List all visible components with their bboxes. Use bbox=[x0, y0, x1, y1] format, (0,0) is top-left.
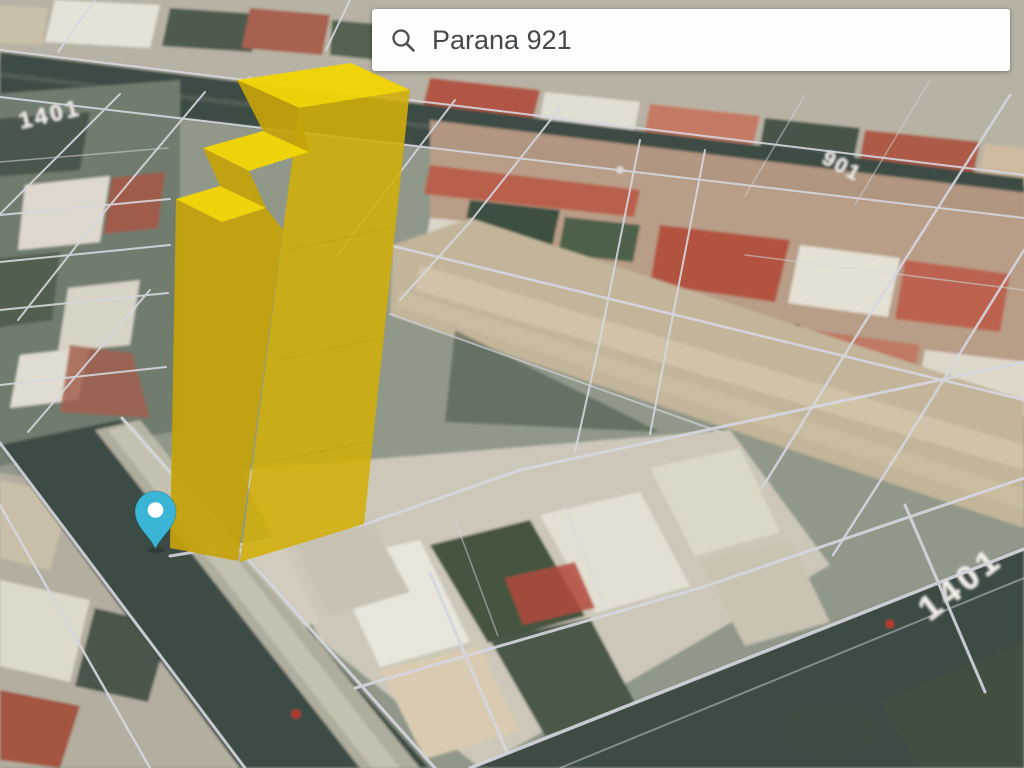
car bbox=[292, 710, 301, 719]
search-bar bbox=[372, 9, 1010, 71]
search-input[interactable] bbox=[432, 9, 1010, 71]
search-icon[interactable] bbox=[390, 27, 417, 54]
pin-center-dot bbox=[148, 502, 164, 518]
map-3d-view[interactable]: 1401 901 1401 bbox=[0, 0, 1024, 768]
map-application: 1401 901 1401 bbox=[0, 0, 1024, 768]
car bbox=[886, 620, 894, 628]
